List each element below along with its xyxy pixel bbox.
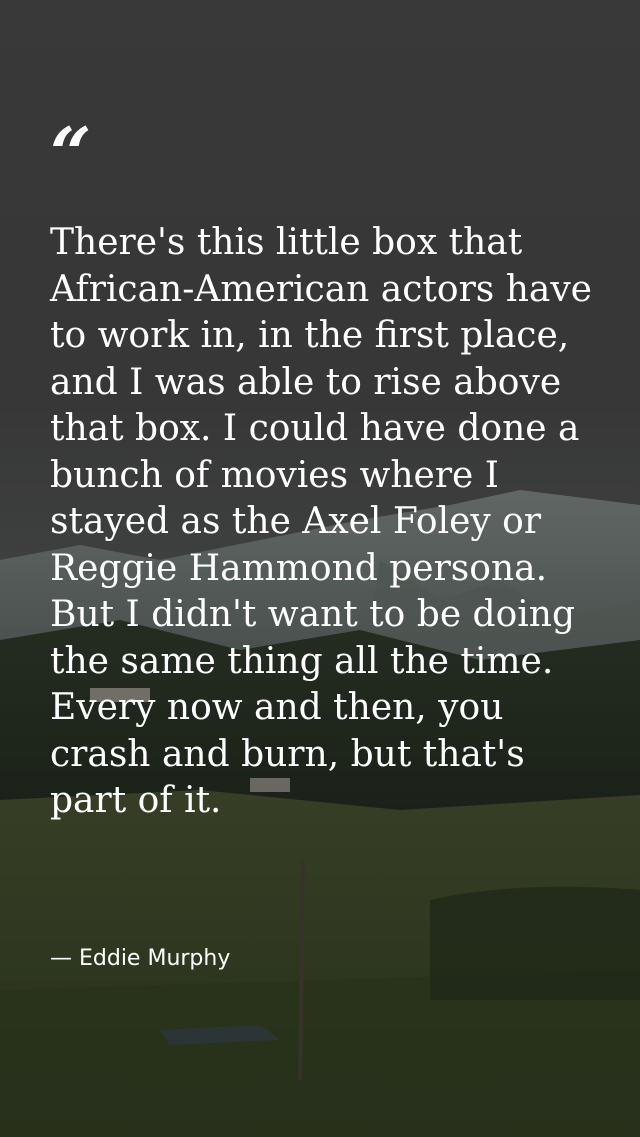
quote-attribution: — Eddie Murphy — [50, 946, 231, 971]
quote-mark-icon: “ — [50, 111, 92, 196]
quote-text: There's this little box that African-Ame… — [50, 222, 592, 821]
